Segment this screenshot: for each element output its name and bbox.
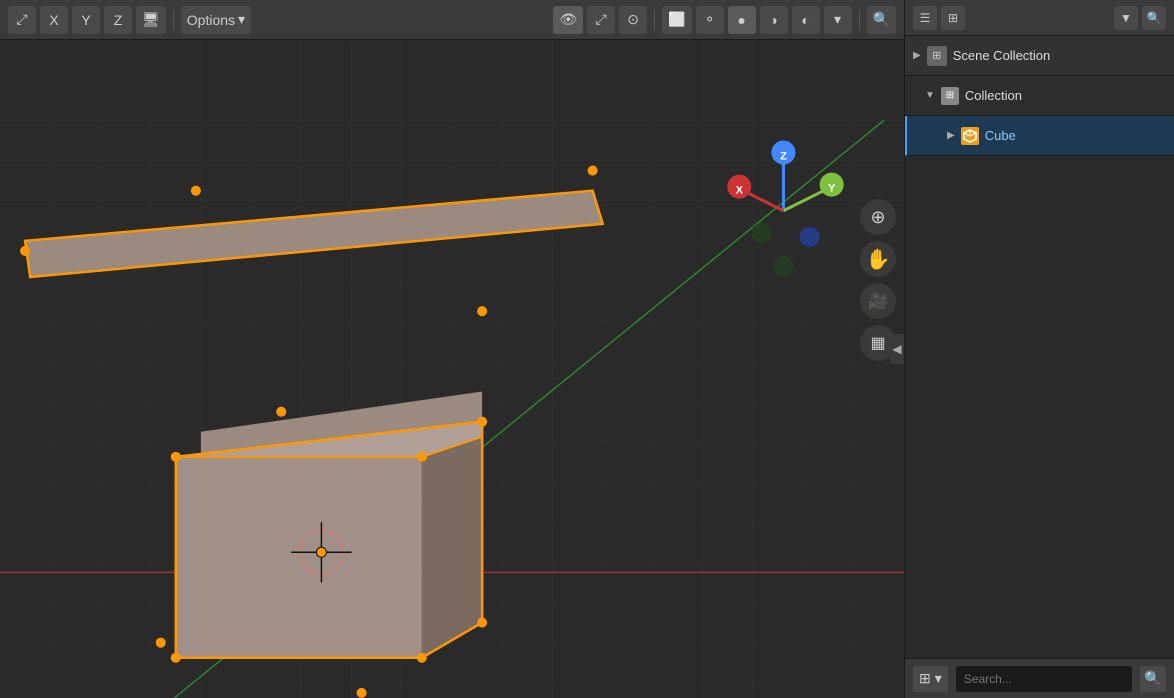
cube-outliner-item[interactable]: ▶ Cube	[905, 116, 1174, 156]
separator-3	[859, 10, 860, 30]
right-panel: ☰ ⊞ ▼ 🔍 ▶ ⊞ Scene Collection ▼ ⊞ Collect…	[904, 0, 1174, 698]
snap-settings-btn[interactable]: ⊙	[619, 6, 647, 34]
scene-viewport[interactable]: Z Y X	[0, 40, 904, 698]
collection-triangle-icon: ▼	[925, 90, 935, 101]
search-viewport-btn[interactable]: 🔍	[867, 6, 896, 34]
display-mode-chevron: ▾	[935, 670, 942, 687]
outliner-search-btn[interactable]: 🔍	[1140, 666, 1166, 692]
panel-header-right: ▼ 🔍	[1114, 6, 1166, 30]
global-btn[interactable]: 🖥	[136, 6, 166, 34]
scene-icon: ▶	[913, 50, 921, 61]
collection-item[interactable]: ▼ ⊞ Collection	[905, 76, 1174, 116]
filter-btn[interactable]: ▼	[1114, 6, 1138, 30]
cube-expand-icon: ▶	[947, 130, 955, 141]
toolbar-right: 👁 ⤢ ⊙ ⬜ ⚬ ● ◑ ◐ ▾ 🔍	[553, 6, 896, 34]
solid-shading-btn[interactable]: ●	[728, 6, 756, 34]
collection-label: Collection	[965, 88, 1166, 103]
cube-label: Cube	[985, 128, 1166, 143]
camera-btn[interactable]: 🎥	[860, 283, 896, 319]
options-chevron-icon: ▾	[238, 11, 245, 28]
view-layer-btn[interactable]: ⬜	[662, 6, 691, 34]
panel-collapse-btn[interactable]: ◀	[890, 334, 904, 364]
display-mode-btn[interactable]: ⊞ ▾	[913, 666, 948, 692]
options-label: Options	[187, 12, 235, 28]
svg-text:Y: Y	[828, 183, 836, 195]
svg-text:Z: Z	[780, 150, 787, 162]
outliner-type-btn[interactable]: ⊞	[941, 6, 965, 30]
scene-collection-icon: ⊞	[927, 46, 947, 66]
scene-collection-item[interactable]: ▶ ⊞ Scene Collection	[905, 36, 1174, 76]
options-dropdown-btn[interactable]: Options ▾	[181, 6, 251, 34]
main-container: ⤢ X Y Z 🖥 Options ▾ 👁 ⤢ ⊙ ⬜ ⚬ ● ◑ ◐	[0, 0, 1174, 698]
scene-collection-label: Scene Collection	[953, 48, 1166, 63]
shading-more-btn[interactable]: ▾	[824, 6, 852, 34]
panel-footer: ⊞ ▾ 🔍	[905, 658, 1174, 698]
wire-shading-btn[interactable]: ⚬	[696, 6, 724, 34]
material-shading-btn[interactable]: ◑	[760, 6, 788, 34]
cube-mesh-icon	[961, 127, 979, 145]
display-mode-icon: ⊞	[919, 670, 931, 687]
pan-btn[interactable]: ✋	[860, 241, 896, 277]
viewport-toolbar: ⤢ X Y Z 🖥 Options ▾ 👁 ⤢ ⊙ ⬜ ⚬ ● ◑ ◐	[0, 0, 904, 40]
svg-text:X: X	[736, 185, 744, 197]
panel-header-icons: ☰ ⊞	[913, 6, 965, 30]
x-axis-btn[interactable]: X	[40, 6, 68, 34]
transform-btn[interactable]: ⤢	[587, 6, 615, 34]
collapse-arrow-icon: ◀	[892, 342, 901, 356]
zoom-plus-btn[interactable]: ⊕	[860, 199, 896, 235]
panel-header: ☰ ⊞ ▼ 🔍	[905, 0, 1174, 36]
z-axis-btn[interactable]: Z	[104, 6, 132, 34]
outliner-menu-btn[interactable]: ☰	[913, 6, 937, 30]
search-btn[interactable]: 🔍	[1142, 6, 1166, 30]
snap-icon-btn[interactable]: ⤢	[8, 6, 36, 34]
viewport-shading-eye-btn[interactable]: 👁	[553, 6, 583, 34]
outliner-content: ▶ ⊞ Scene Collection ▼ ⊞ Collection ▶	[905, 36, 1174, 658]
separator-2	[654, 10, 655, 30]
collection-icon: ⊞	[941, 87, 959, 105]
render-shading-btn[interactable]: ◐	[792, 6, 820, 34]
viewport: ⤢ X Y Z 🖥 Options ▾ 👁 ⤢ ⊙ ⬜ ⚬ ● ◑ ◐	[0, 0, 904, 698]
outliner-search-input[interactable]	[956, 666, 1132, 692]
separator-1	[173, 10, 174, 30]
y-axis-btn[interactable]: Y	[72, 6, 100, 34]
